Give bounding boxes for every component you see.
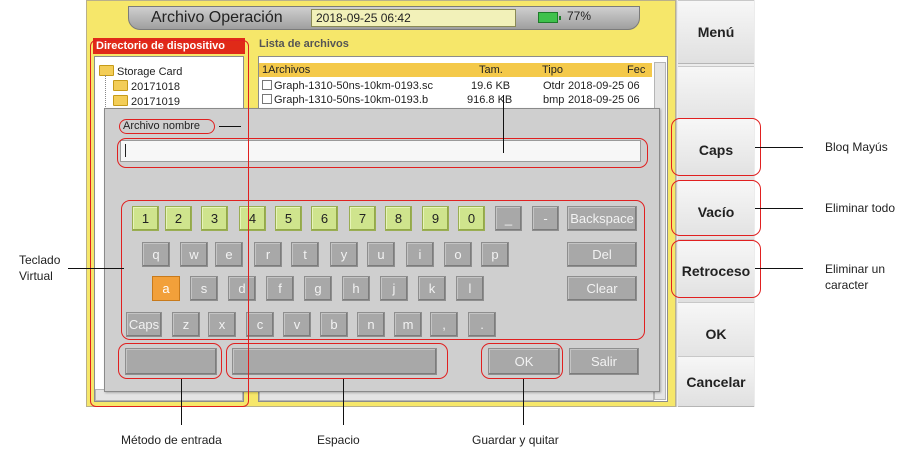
space-highlight	[226, 343, 448, 379]
file-list-header	[259, 63, 652, 77]
row-checkbox[interactable]	[262, 94, 272, 104]
file-list-title: Lista de archivos	[259, 38, 349, 50]
ok-highlight	[481, 343, 563, 379]
leader-line	[181, 379, 182, 425]
callout-space: Espacio	[317, 433, 360, 447]
table-row[interactable]: Graph-1310-50ns-10km-0193.b	[262, 94, 467, 106]
column-header-date[interactable]: Fec	[627, 64, 645, 76]
column-header-name[interactable]: 1Archivos	[262, 64, 310, 76]
file-date: 2018-09-25 06	[568, 80, 640, 92]
battery-icon	[538, 12, 561, 23]
callout-save-exit: Guardar y quitar	[472, 433, 559, 447]
file-name: Graph-1310-50ns-10km-0193.b	[274, 94, 429, 106]
leader-line	[755, 268, 803, 269]
callout-backspace-line1: Eliminar un	[825, 262, 886, 276]
leader-line	[755, 208, 803, 209]
callout-clear-all: Eliminar todo	[825, 201, 896, 215]
leader-line	[523, 379, 524, 425]
file-type: Otdr	[543, 80, 565, 92]
caps-highlight	[671, 118, 761, 176]
keyboard-highlight	[121, 200, 645, 340]
callout-input-method: Método de entrada	[121, 433, 222, 447]
callout-keyboard-line1: Teclado	[19, 253, 61, 267]
column-header-size[interactable]: Tam.	[479, 64, 503, 76]
datetime-display: 2018-09-25 06:42	[311, 9, 516, 27]
leader-line	[755, 147, 803, 148]
file-date: 2018-09-25 06	[568, 94, 640, 106]
file-name: Graph-1310-50ns-10km-0193.sc	[274, 80, 433, 92]
cancel-button[interactable]: Cancelar	[678, 356, 754, 407]
exit-key[interactable]: Salir	[569, 348, 639, 375]
table-row[interactable]: Graph-1310-50ns-10km-0193.sc	[262, 80, 467, 92]
input-highlight	[117, 138, 648, 168]
file-type: bmp	[543, 94, 565, 106]
callout-keyboard-line2: Virtual	[19, 269, 53, 283]
leader-line	[503, 95, 504, 153]
battery-level: 77%	[567, 9, 592, 23]
input-method-highlight	[118, 343, 222, 379]
app-title: Archivo Operación	[151, 9, 283, 26]
callout-backspace-line2: caracter	[825, 278, 869, 292]
filename-label-highlight	[119, 119, 215, 134]
column-header-type[interactable]: Tipo	[542, 64, 563, 76]
menu-button[interactable]: Menú	[678, 0, 754, 64]
file-size: 19.6 KB	[471, 80, 511, 92]
backspace-highlight	[671, 240, 761, 298]
leader-line	[343, 379, 344, 425]
leader-line	[68, 268, 124, 269]
file-size: 916.8 KB	[467, 94, 513, 106]
clear-all-highlight	[671, 180, 761, 236]
callout-caps: Bloq Mayús	[825, 140, 888, 154]
leader-line	[219, 126, 241, 127]
row-checkbox[interactable]	[262, 80, 272, 90]
